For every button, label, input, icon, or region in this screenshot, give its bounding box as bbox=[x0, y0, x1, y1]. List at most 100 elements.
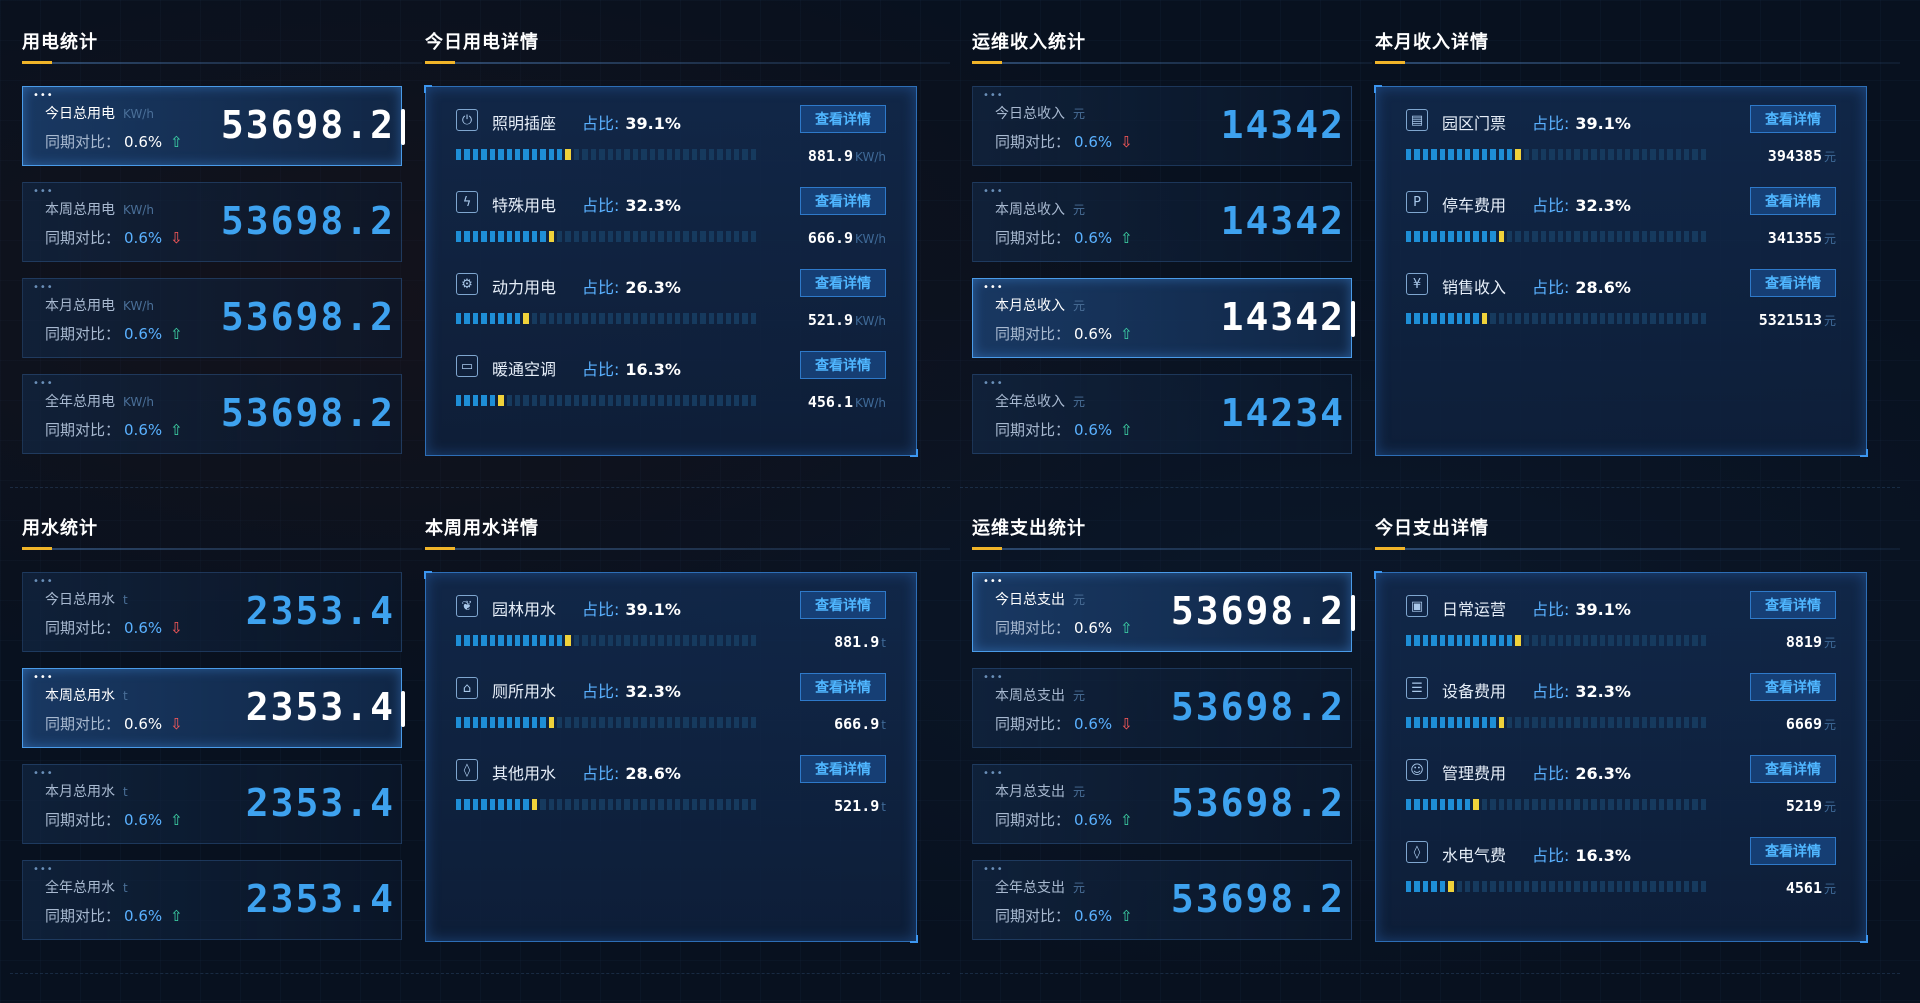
bar-segment bbox=[658, 395, 664, 406]
stat-card[interactable]: ••• 本周总用电 KW/h 同期对比： 0.6% ⇩ 53698.2 bbox=[22, 182, 402, 262]
compare-label: 同期对比： bbox=[45, 229, 121, 247]
bar-segment bbox=[616, 717, 622, 728]
bar-segment bbox=[1566, 717, 1572, 728]
bar-segment bbox=[1540, 149, 1547, 160]
dots-icon: ••• bbox=[983, 768, 1004, 779]
bar-segment bbox=[498, 395, 504, 406]
bar-segment bbox=[481, 149, 487, 160]
stat-label-row: 本周总收入元 bbox=[995, 199, 1085, 219]
stat-card[interactable]: ••• 全年总用水 t 同期对比： 0.6% ⇧ 2353.4 bbox=[22, 860, 402, 940]
bar-segment bbox=[616, 313, 622, 324]
dots-icon: ••• bbox=[983, 378, 1004, 389]
bar-segment bbox=[514, 149, 521, 160]
bar-segment bbox=[1549, 231, 1555, 242]
share-group: 占比: 32.3% bbox=[582, 192, 681, 216]
bar-segment bbox=[523, 231, 529, 242]
row-name: 园区门票 bbox=[1442, 114, 1507, 133]
share-value: 26.3% bbox=[1575, 764, 1631, 783]
bar-segment bbox=[514, 231, 521, 242]
bar-segment bbox=[1658, 881, 1665, 892]
stat-card[interactable]: ••• 本月总支出元同期对比： 0.6% ⇧ 53698.2 bbox=[972, 764, 1352, 844]
bar-segment bbox=[565, 313, 571, 324]
stat-card[interactable]: ••• 全年总用电 KW/h 同期对比： 0.6% ⇧ 53698.2 bbox=[22, 374, 402, 454]
stat-card[interactable]: ••• 全年总支出元同期对比： 0.6% ⇧ 53698.2 bbox=[972, 860, 1352, 940]
stat-value: 53698.2 bbox=[220, 391, 395, 435]
bar-segment bbox=[1667, 313, 1673, 324]
view-details-button[interactable]: 查看详情 bbox=[1750, 673, 1836, 701]
bar-segment bbox=[1431, 881, 1437, 892]
bar-segment bbox=[1507, 313, 1513, 324]
row-value: 5321513 bbox=[1758, 311, 1822, 329]
stat-card[interactable]: ••• 本月总收入元同期对比： 0.6% ⇧ 14342 bbox=[972, 278, 1355, 358]
dots-icon: ••• bbox=[33, 90, 54, 101]
stat-label-row: 今日总用电 KW/h bbox=[45, 103, 154, 123]
bar-segment bbox=[1624, 717, 1631, 728]
stat-card[interactable]: ••• 本月总用电 KW/h 同期对比： 0.6% ⇧ 53698.2 bbox=[22, 278, 402, 358]
view-details-button[interactable]: 查看详情 bbox=[1750, 269, 1836, 297]
view-details-button[interactable]: 查看详情 bbox=[800, 105, 886, 133]
bar-segment bbox=[616, 149, 622, 160]
detail-row: ¥ 销售收入 占比: 28.6% 查看详情 5321513 元 bbox=[1376, 259, 1866, 341]
section-title: 本月收入详情 bbox=[1375, 32, 1489, 53]
bar-segment bbox=[582, 313, 588, 324]
bar-segment bbox=[506, 231, 512, 242]
bar-segment bbox=[700, 635, 706, 646]
stat-card[interactable]: ••• 今日总支出元同期对比： 0.6% ⇧ 53698.2 bbox=[972, 572, 1355, 652]
stat-card[interactable]: ••• 今日总用水 t 同期对比： 0.6% ⇩ 2353.4 bbox=[22, 572, 402, 652]
view-details-button[interactable]: 查看详情 bbox=[1750, 837, 1836, 865]
stat-section: 用电统计 ••• 今日总用电 KW/h 同期对比： 0.6% ⇧ 53698.2 ••• 本周总用… bbox=[22, 14, 422, 484]
bar-segment bbox=[1616, 149, 1622, 160]
bar-segment bbox=[607, 395, 614, 406]
bar-segment bbox=[573, 231, 580, 242]
bar-segment bbox=[624, 231, 630, 242]
bar-segment bbox=[1523, 799, 1530, 810]
stat-card[interactable]: ••• 本周总支出元同期对比： 0.6% ⇩ 53698.2 bbox=[972, 668, 1352, 748]
stat-card[interactable]: ••• 本月总用水 t 同期对比： 0.6% ⇧ 2353.4 bbox=[22, 764, 402, 844]
view-details-button[interactable]: 查看详情 bbox=[1750, 187, 1836, 215]
view-details-button[interactable]: 查看详情 bbox=[800, 673, 886, 701]
view-details-button[interactable]: 查看详情 bbox=[800, 591, 886, 619]
view-details-button[interactable]: 查看详情 bbox=[800, 187, 886, 215]
dots-icon: ••• bbox=[983, 576, 1004, 587]
bar-segment bbox=[481, 231, 487, 242]
bar-segment bbox=[557, 231, 563, 242]
bar-segment bbox=[1700, 717, 1707, 728]
bar-segment bbox=[674, 149, 681, 160]
stat-label-row: 本月总收入元 bbox=[995, 295, 1085, 315]
stat-card[interactable]: ••• 本周总收入元同期对比： 0.6% ⇧ 14342 bbox=[972, 182, 1352, 262]
bar-segment bbox=[607, 231, 614, 242]
share-label: 占比: bbox=[1532, 764, 1570, 783]
share-group: 占比: 39.1% bbox=[1532, 110, 1631, 134]
view-details-button[interactable]: 查看详情 bbox=[1750, 591, 1836, 619]
bar-segment bbox=[1566, 149, 1572, 160]
view-details-button[interactable]: 查看详情 bbox=[1750, 755, 1836, 783]
bar-segment bbox=[666, 717, 672, 728]
view-details-button[interactable]: 查看详情 bbox=[800, 351, 886, 379]
stat-label-row: 本周总用水 t bbox=[45, 685, 128, 705]
bar-segment bbox=[725, 149, 731, 160]
view-details-button[interactable]: 查看详情 bbox=[1750, 105, 1836, 133]
toilet-icon: ⌂ bbox=[456, 677, 478, 699]
view-details-button[interactable]: 查看详情 bbox=[800, 755, 886, 783]
arrow-down-icon: ⇩ bbox=[170, 715, 183, 733]
bar-segment bbox=[1599, 799, 1606, 810]
bar-segment bbox=[1456, 799, 1462, 810]
bar-segment bbox=[1633, 149, 1639, 160]
bar-segment bbox=[548, 717, 555, 728]
bar-segment bbox=[1692, 881, 1698, 892]
stat-card[interactable]: ••• 今日总用电 KW/h 同期对比： 0.6% ⇧ 53698.2 bbox=[22, 86, 405, 166]
bar-segment bbox=[489, 635, 496, 646]
section-title: 用水统计 bbox=[22, 518, 98, 539]
bar-segment bbox=[632, 149, 639, 160]
bar-segment bbox=[506, 717, 512, 728]
bar-segment bbox=[1599, 231, 1606, 242]
view-details-button[interactable]: 查看详情 bbox=[800, 269, 886, 297]
bar-segment bbox=[472, 231, 479, 242]
stat-card[interactable]: ••• 本周总用水 t 同期对比： 0.6% ⇩ 2353.4 bbox=[22, 668, 405, 748]
bar-segment bbox=[1557, 881, 1564, 892]
stat-card[interactable]: ••• 全年总收入元同期对比： 0.6% ⇧ 14234 bbox=[972, 374, 1352, 454]
stat-card[interactable]: ••• 今日总收入元同期对比： 0.6% ⇩ 14342 bbox=[972, 86, 1352, 166]
bar-segment bbox=[666, 149, 672, 160]
detail-row: P 停车费用 占比: 32.3% 查看详情 341355 元 bbox=[1376, 177, 1866, 259]
bar-segment bbox=[616, 231, 622, 242]
